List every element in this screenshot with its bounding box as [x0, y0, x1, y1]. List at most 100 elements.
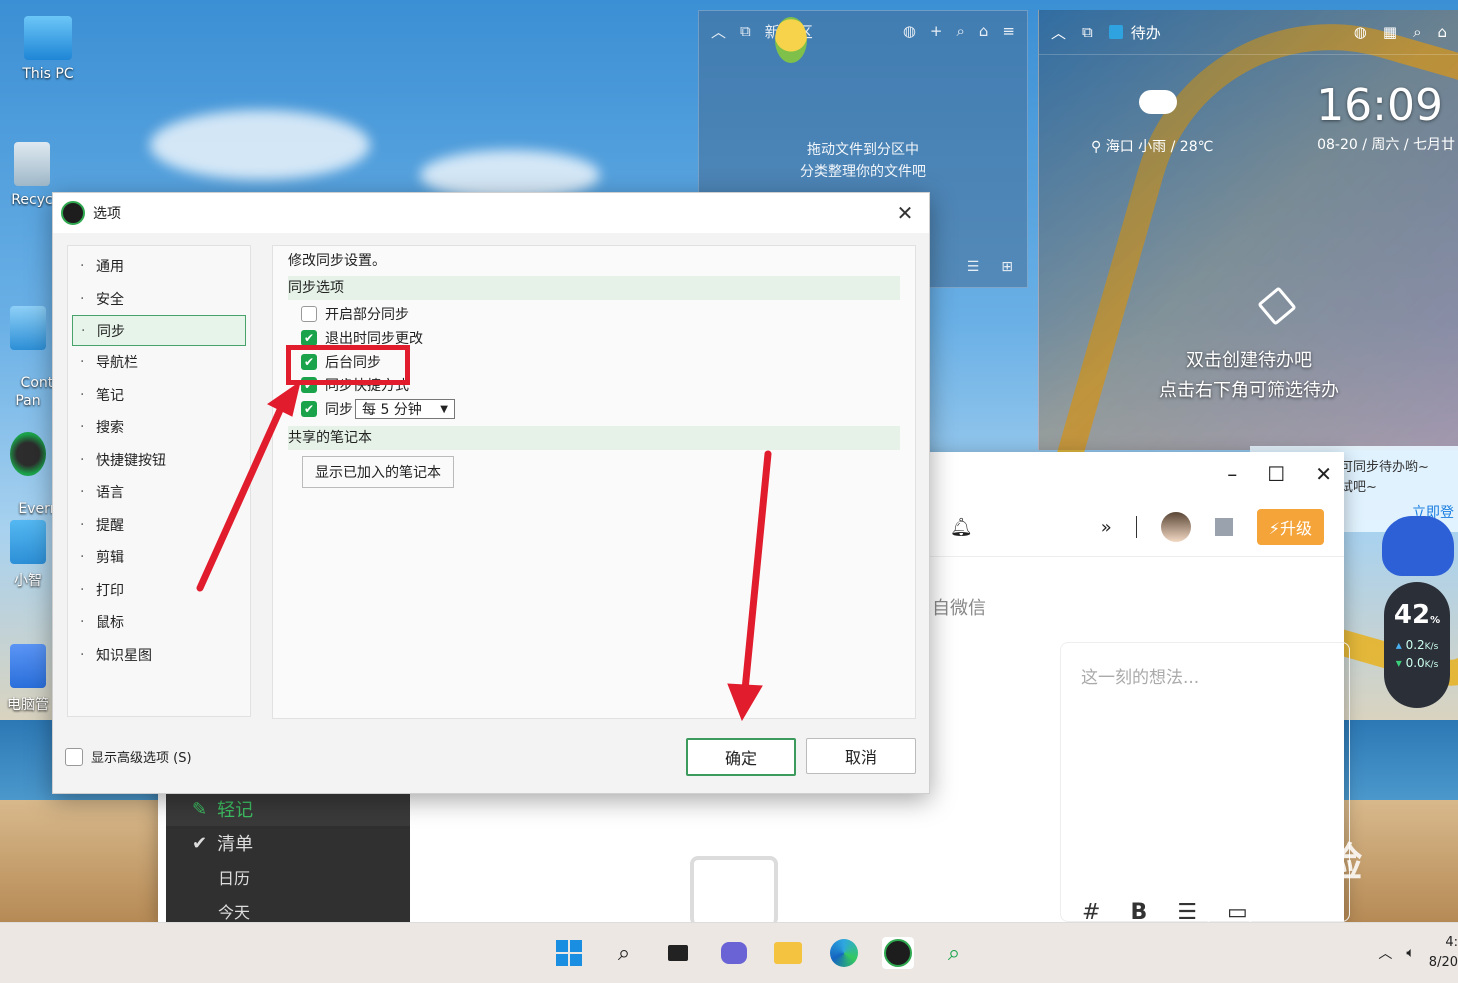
section-shared-notebooks: 共享的笔记本: [288, 426, 900, 450]
collapse-icon[interactable]: ︿: [1051, 22, 1066, 43]
user-icon[interactable]: ◍: [903, 22, 916, 40]
checkbox-sync-on-exit[interactable]: ✔: [301, 330, 317, 346]
desktop-icon-pc-manager[interactable]: 电脑管: [0, 644, 56, 714]
nav-item-general[interactable]: · 通用: [68, 250, 250, 283]
task-view-icon[interactable]: [662, 937, 694, 969]
options-dialog[interactable]: 选项 ✕ · 通用 · 安全 · 同步 · 导航栏 · 笔记 · 搜索 · 快捷键按钮 · 语言…: [52, 192, 930, 794]
more-chevron-icon[interactable]: »: [1101, 517, 1112, 538]
xiaozhi-icon: [10, 520, 46, 564]
sidebar-item-checklist[interactable]: ✔ 清单: [166, 826, 410, 860]
desktop-fence-todo[interactable]: ︿ ⧉ 待办 ◍ ▦ ⌕ ⌂ ⚲ 海口 小雨 / 28℃ 16:09 08-20…: [1038, 10, 1458, 450]
menu-icon[interactable]: ≡: [1002, 22, 1015, 40]
option-sync-interval[interactable]: ✔ 同步 每 5 分钟 ▼: [273, 396, 915, 422]
checkbox-partial-sync[interactable]: [301, 306, 317, 322]
nav-item-clipping[interactable]: · 剪辑: [68, 541, 250, 574]
sync-interval-select[interactable]: 每 5 分钟 ▼: [355, 399, 455, 419]
dialog-title: 选项: [93, 206, 121, 222]
upload-arrow-icon: ▴: [1395, 638, 1402, 652]
sort-icon[interactable]: ☰: [967, 259, 980, 275]
checkbox-advanced[interactable]: [65, 747, 83, 766]
search-icon[interactable]: ⌕: [608, 937, 640, 969]
collapse-icon[interactable]: ︿: [711, 21, 726, 42]
volume-icon[interactable]: 🔈︎: [1406, 945, 1414, 961]
nav-item-sync[interactable]: · 同步: [72, 315, 246, 346]
panel-heading: 修改同步设置。: [288, 253, 386, 269]
weather-text: ⚲ 海口 小雨 / 28℃: [1091, 139, 1214, 155]
nav-item-shortcut-buttons[interactable]: · 快捷键按钮: [68, 444, 250, 477]
green-search-app-icon[interactable]: ⌕: [938, 937, 970, 969]
close-button[interactable]: ✕: [891, 199, 919, 227]
nav-item-notes[interactable]: · 笔记: [68, 379, 250, 412]
nav-item-security[interactable]: · 安全: [68, 283, 250, 316]
baidu-watermark: Bai du 经验: [1110, 840, 1365, 886]
taskbar: ⌕ ⌕ ︿ 🔈︎ 4: 8/20: [0, 922, 1458, 983]
file-explorer-icon[interactable]: [772, 937, 804, 969]
nav-item-mouse[interactable]: · 鼠标: [68, 606, 250, 639]
evernote-taskbar-icon[interactable]: [882, 937, 914, 969]
minimize-button[interactable]: –: [1227, 462, 1237, 486]
bee-mascot-icon: [775, 17, 807, 63]
nav-item-language[interactable]: · 语言: [68, 476, 250, 509]
check-circle-icon: ✔: [192, 832, 208, 854]
clock-date: 08-20 / 周六 / 七月廿: [1317, 137, 1455, 153]
shirt-icon[interactable]: ⌂: [1437, 23, 1447, 41]
bell-icon[interactable]: 🔔︎: [950, 517, 973, 538]
sidebar-item-quick-note[interactable]: ✎ 轻记: [166, 792, 410, 826]
annotation-highlight-box: [286, 345, 410, 385]
empty-note-illustration: [690, 856, 778, 926]
desktop-icon-this-pc[interactable]: This PC: [8, 16, 88, 82]
user-icon[interactable]: ◍: [1354, 23, 1367, 41]
show-joined-notebooks-button[interactable]: 显示已加入的笔记本: [302, 456, 454, 488]
checkbox-sync-interval[interactable]: ✔: [301, 401, 317, 417]
nav-item-navbar[interactable]: · 导航栏: [68, 346, 250, 379]
todo-check-icon: [1108, 25, 1123, 39]
evernote-logo-icon: [61, 201, 85, 225]
todo-empty-line2: 点击右下角可筛选待办: [1159, 380, 1339, 401]
upgrade-button[interactable]: ⚡︎升级: [1256, 509, 1324, 545]
nav-item-print[interactable]: · 打印: [68, 574, 250, 607]
pc-manager-icon: [10, 644, 46, 688]
search-icon[interactable]: ⌕: [956, 22, 964, 40]
cube-icon[interactable]: [1214, 518, 1233, 536]
eraser-icon: [1257, 286, 1297, 326]
shirt-icon[interactable]: ⌂: [979, 22, 989, 40]
network-meter[interactable]: 42% ▴ 0.2K/s ▾ 0.0K/s: [1384, 582, 1450, 708]
tray-clock[interactable]: 4: 8/20: [1429, 933, 1458, 973]
avatar[interactable]: [1160, 512, 1191, 542]
chat-icon[interactable]: [718, 937, 750, 969]
window-icon[interactable]: ⧉: [1082, 23, 1093, 41]
start-windows-icon[interactable]: [553, 937, 585, 969]
ok-button[interactable]: 确定: [686, 738, 796, 776]
window-close-button[interactable]: ✕: [1315, 462, 1332, 486]
edge-browser-icon[interactable]: [828, 937, 860, 969]
cancel-button[interactable]: 取消: [806, 738, 916, 774]
chevron-down-icon: ▼: [440, 403, 448, 415]
nav-item-reminders[interactable]: · 提醒: [68, 509, 250, 542]
dialog-titlebar: 选项: [53, 193, 929, 233]
add-icon[interactable]: +: [930, 22, 943, 40]
clock-time: 16:09: [1316, 80, 1443, 131]
rain-cloud-icon: [1139, 90, 1177, 114]
advanced-options-toggle[interactable]: 显示高级选项 (S): [65, 747, 192, 766]
pen-icon: ✎: [192, 798, 208, 820]
grid-icon[interactable]: ⊞: [1001, 259, 1013, 275]
monitor-icon: [24, 16, 72, 60]
search-icon[interactable]: ⌕: [1413, 23, 1421, 41]
fence-message-line2: 分类整理你的文件吧: [800, 164, 926, 180]
tray-chevron-icon[interactable]: ︿: [1378, 943, 1392, 963]
wechat-source-text: 自微信: [932, 598, 986, 619]
desktop-icon-xiaozhi[interactable]: 小智: [0, 520, 56, 590]
system-tray: ︿ 🔈︎ 4: 8/20: [1378, 929, 1458, 977]
maximize-button[interactable]: ☐: [1267, 462, 1285, 486]
fence-message-line1: 拖动文件到分区中: [807, 142, 919, 158]
option-partial-sync[interactable]: 开启部分同步: [273, 302, 915, 326]
sidebar-item-calendar[interactable]: 日历: [166, 860, 410, 894]
location-pin-icon: ⚲: [1091, 139, 1102, 155]
calendar-icon[interactable]: ▦: [1383, 23, 1397, 41]
control-panel-icon: [10, 306, 46, 350]
download-arrow-icon: ▾: [1395, 656, 1402, 670]
evernote-icon: [10, 432, 46, 476]
nav-item-knowledge-map[interactable]: · 知识星图: [68, 639, 250, 672]
nav-item-search[interactable]: · 搜索: [68, 411, 250, 444]
window-icon[interactable]: ⧉: [740, 22, 751, 40]
